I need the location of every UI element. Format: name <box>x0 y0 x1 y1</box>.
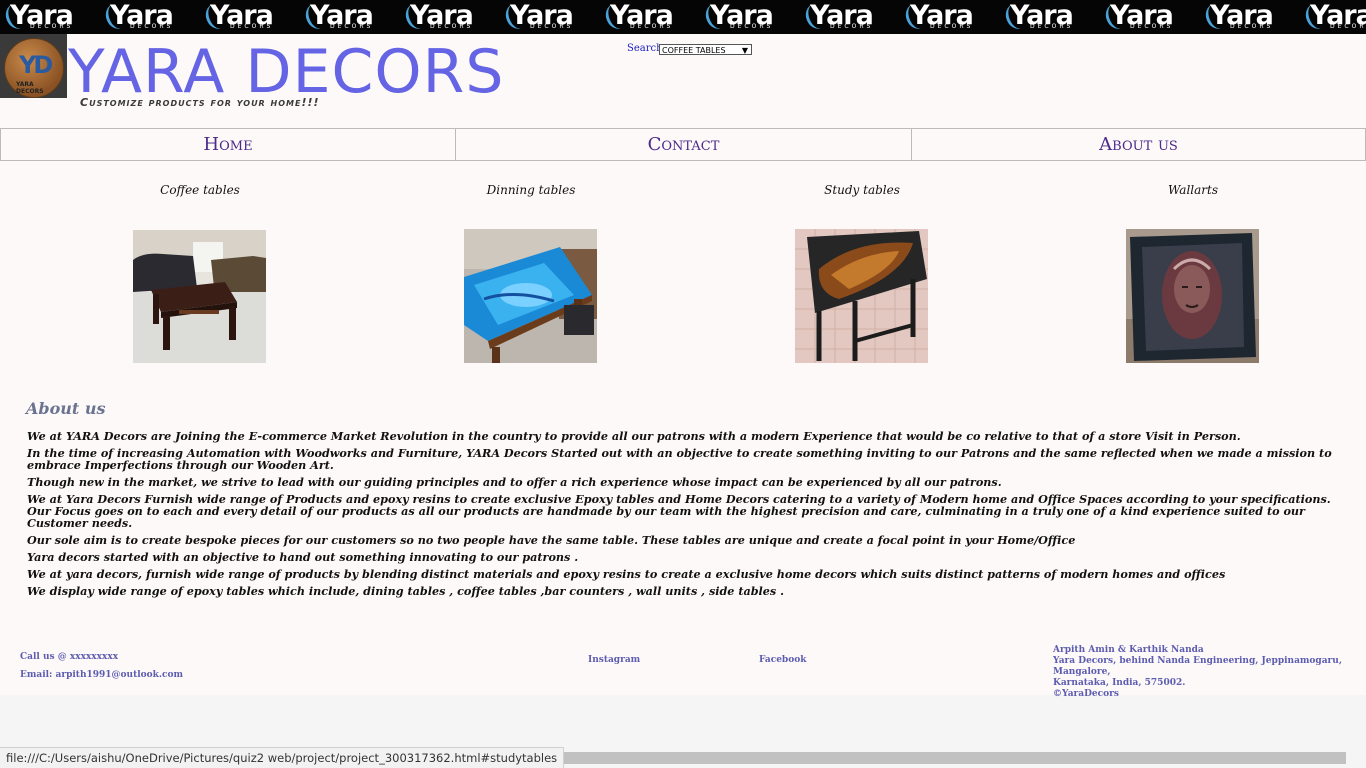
about-paragraph: Our sole aim is to create bespoke pieces… <box>27 533 1076 547</box>
about-heading: About us <box>26 399 106 418</box>
product-label-coffee-tables[interactable]: Coffee tables <box>100 183 300 197</box>
logo[interactable]: YD YARA DECORS <box>0 34 67 98</box>
banner-logo-tile: YaraDECORS <box>1300 0 1366 34</box>
logo-label: YARA DECORS <box>16 81 44 95</box>
banner-logo-tile: YaraDECORS <box>500 0 600 34</box>
search-label: Search <box>627 43 663 54</box>
site-tagline: Customize products for your home!!! <box>80 96 320 109</box>
banner-logo-tile: YaraDECORS <box>100 0 200 34</box>
banner-brand-sub: DECORS <box>1330 23 1366 30</box>
about-paragraph: We at yara decors, furnish wide range of… <box>27 567 1226 581</box>
banner-logo-tile: YaraDECORS <box>700 0 800 34</box>
banner-brand-sub: DECORS <box>1130 23 1174 30</box>
about-paragraph: Though new in the market, we strive to l… <box>27 475 1002 489</box>
footer-address: Arpith Amin & Karthik Nanda Yara Decors,… <box>1053 645 1358 700</box>
footer-address-line: Yara Decors, behind Nanda Engineering, J… <box>1053 656 1342 677</box>
banner-brand-sub: DECORS <box>1030 23 1074 30</box>
footer-email[interactable]: Email: arpith1991@outlook.com <box>20 670 183 680</box>
banner-brand-sub: DECORS <box>30 23 74 30</box>
banner-logo-tile: YaraDECORS <box>0 0 100 34</box>
banner-logo-tile: YaraDECORS <box>200 0 300 34</box>
footer-address-line: Karnataka, India, 575002. <box>1053 678 1186 688</box>
logo-initials: YD <box>19 51 53 79</box>
about-paragraph: Yara decors started with an objective to… <box>27 550 579 564</box>
product-image-coffee-table[interactable] <box>133 230 266 363</box>
banner-brand-sub: DECORS <box>730 23 774 30</box>
product-label-wallarts[interactable]: Wallarts <box>1093 183 1293 197</box>
banner-brand-sub: DECORS <box>830 23 874 30</box>
banner-logo-tile: YaraDECORS <box>600 0 700 34</box>
status-bar-url: file:///C:/Users/aishu/OneDrive/Pictures… <box>0 747 565 768</box>
banner-logo-tile: YaraDECORS <box>900 0 1000 34</box>
footer-instagram-link[interactable]: Instagram <box>588 655 640 665</box>
product-image-wallart[interactable] <box>1126 229 1259 363</box>
banner-brand-sub: DECORS <box>630 23 674 30</box>
banner-logo-tile: YaraDECORS <box>1000 0 1100 34</box>
banner-logo-tile: YaraDECORS <box>1100 0 1200 34</box>
about-text: We at YARA Decors are Joining the E-comm… <box>27 430 1347 602</box>
search-select[interactable]: COFFEE TABLES ▼ <box>659 44 752 55</box>
search-select-value: COFFEE TABLES <box>662 46 726 55</box>
banner-logo-tile: YaraDECORS <box>400 0 500 34</box>
brand-banner: Yara DECORS Yara DECORS Yara DECORS Yara DECORS… <box>0 0 1366 34</box>
banner-brand-sub: DECORS <box>130 23 174 30</box>
about-paragraph: We display wide range of epoxy tables wh… <box>27 584 785 598</box>
banner-logo-tile: YaraDECORS <box>1200 0 1300 34</box>
product-label-study-tables[interactable]: Study tables <box>762 183 962 197</box>
nav-contact[interactable]: Contact <box>455 128 912 161</box>
footer-call: Call us @ xxxxxxxxx <box>20 652 119 662</box>
banner-brand-sub: DECORS <box>930 23 974 30</box>
banner-brand-sub: DECORS <box>430 23 474 30</box>
footer-facebook-link[interactable]: Facebook <box>759 655 806 665</box>
logo-badge: YD YARA DECORS <box>4 38 64 98</box>
footer-copyright: ©YaraDecors <box>1053 689 1119 699</box>
banner-brand-sub: DECORS <box>1230 23 1274 30</box>
chevron-down-icon: ▼ <box>741 46 748 55</box>
banner-brand-sub: DECORS <box>330 23 374 30</box>
horizontal-scrollbar[interactable] <box>520 752 1346 764</box>
about-paragraph: We at YARA Decors are Joining the E-comm… <box>27 429 1241 443</box>
page: Yara DECORS Yara DECORS Yara DECORS Yara DECORS… <box>0 0 1366 699</box>
banner-logo-tile: YaraDECORS <box>300 0 400 34</box>
product-image-dining-table[interactable] <box>464 229 597 363</box>
banner-logo-tile: YaraDECORS <box>800 0 900 34</box>
nav-about-us[interactable]: About us <box>911 128 1366 161</box>
about-paragraph: In the time of increasing Automation wit… <box>27 446 1332 472</box>
nav-home[interactable]: Home <box>0 128 456 161</box>
footer-address-line: Arpith Amin & Karthik Nanda <box>1053 645 1204 655</box>
banner-brand-sub: DECORS <box>230 23 274 30</box>
banner-brand-sub: DECORS <box>530 23 574 30</box>
product-image-study-table[interactable] <box>795 229 928 363</box>
product-label-dinning-tables[interactable]: Dinning tables <box>431 183 631 197</box>
about-paragraph: We at Yara Decors Furnish wide range of … <box>27 492 1331 530</box>
